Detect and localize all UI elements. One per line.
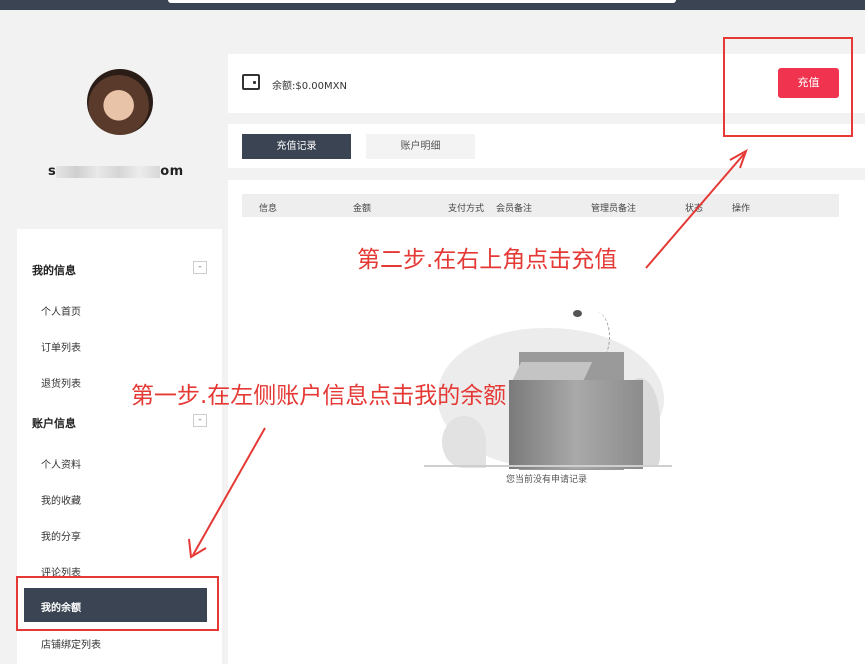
annotation-arrows bbox=[188, 148, 748, 559]
arrow-to-recharge-line bbox=[645, 153, 745, 269]
arrow-to-balance-line bbox=[192, 427, 266, 556]
